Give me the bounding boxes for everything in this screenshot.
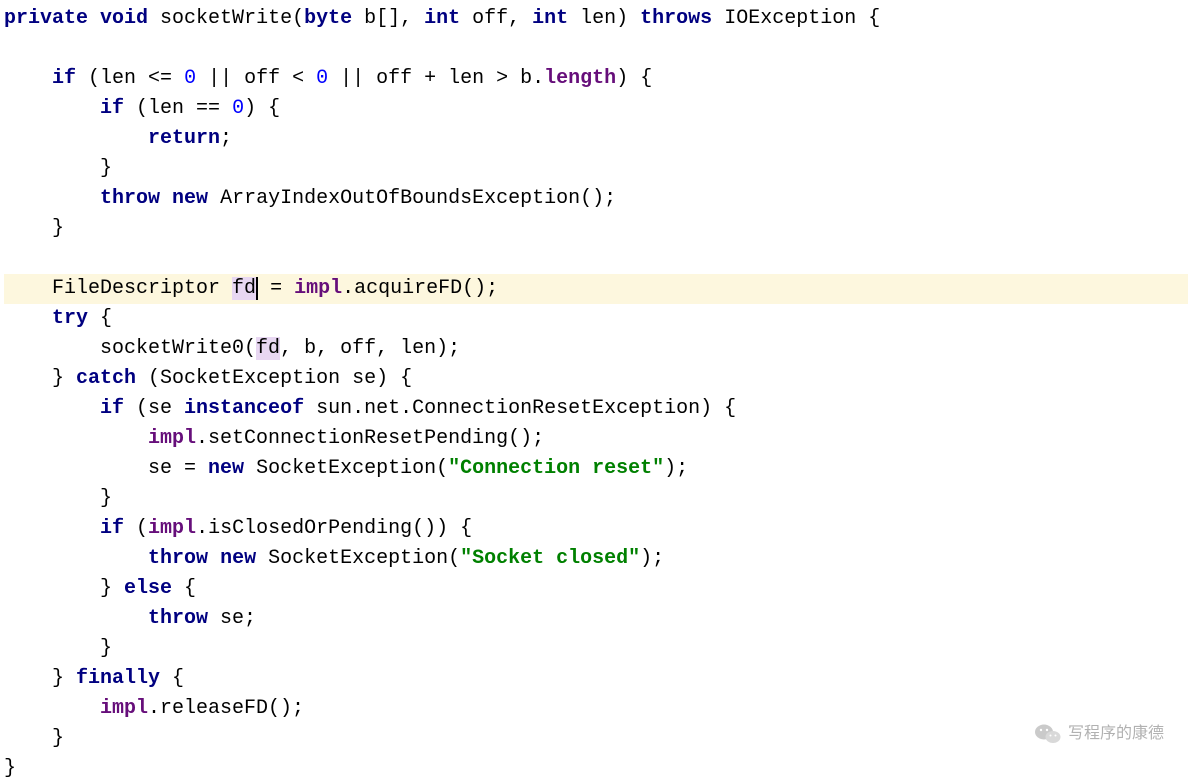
code-line: }: [4, 757, 16, 780]
code-line: se = new SocketException("Connection res…: [4, 457, 688, 480]
code-line: } else {: [4, 577, 196, 600]
code-line: return;: [4, 127, 232, 150]
code-line: } catch (SocketException se) {: [4, 367, 412, 390]
code-line: if (impl.isClosedOrPending()) {: [4, 517, 472, 540]
code-line: socketWrite0(fd, b, off, len);: [4, 337, 460, 360]
code-line: private void socketWrite(byte b[], int o…: [4, 7, 880, 30]
code-line: FileDescriptor fd = impl.acquireFD();: [4, 274, 1188, 304]
code-line: throw new SocketException("Socket closed…: [4, 547, 664, 570]
code-line: try {: [4, 307, 112, 330]
code-line: throw se;: [4, 607, 256, 630]
code-line: } finally {: [4, 667, 184, 690]
code-line: if (len <= 0 || off < 0 || off + len > b…: [4, 67, 652, 90]
code-line: impl.releaseFD();: [4, 697, 304, 720]
code-block: private void socketWrite(byte b[], int o…: [0, 0, 1188, 784]
code-line: }: [4, 727, 64, 750]
code-line: [4, 247, 16, 270]
code-line: if (len == 0) {: [4, 97, 280, 120]
code-line: impl.setConnectionResetPending();: [4, 427, 544, 450]
code-line: }: [4, 487, 112, 510]
code-line: }: [4, 637, 112, 660]
code-line: [4, 37, 16, 60]
code-line: }: [4, 217, 64, 240]
code-line: throw new ArrayIndexOutOfBoundsException…: [4, 187, 616, 210]
code-line: if (se instanceof sun.net.ConnectionRese…: [4, 397, 736, 420]
code-line: }: [4, 157, 112, 180]
